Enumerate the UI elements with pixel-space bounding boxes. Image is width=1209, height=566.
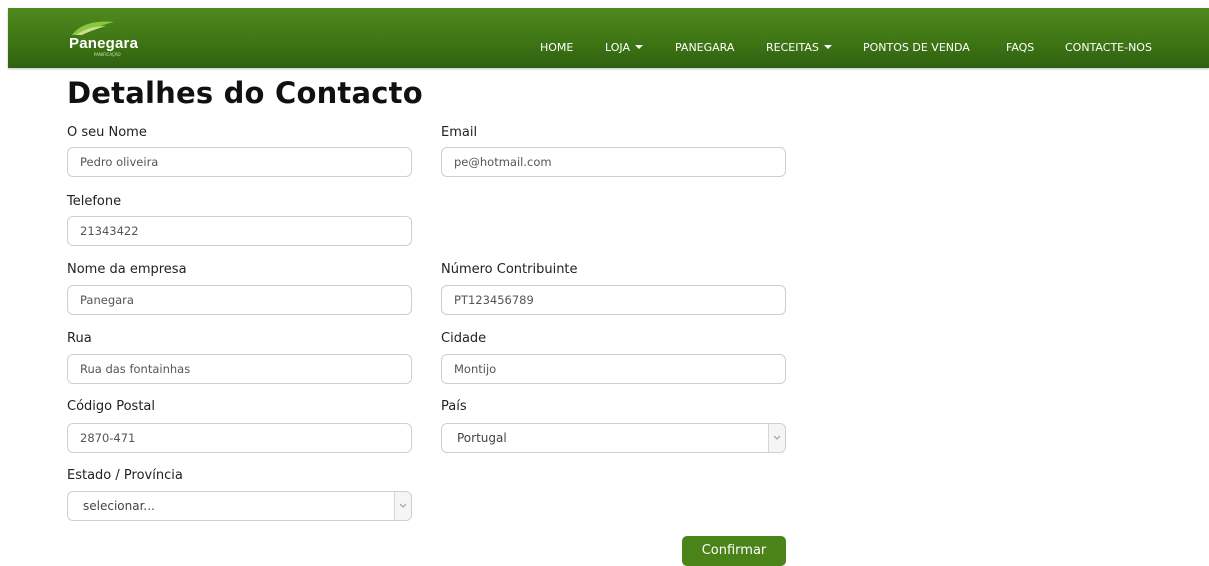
name-label: O seu Nome [67,125,147,140]
caret-down-icon [634,45,643,49]
nav-contacte-nos[interactable]: CONTACTE-NOS [1065,41,1152,54]
nav-panegara[interactable]: PANEGARA [675,41,734,54]
street-label: Rua [67,331,92,346]
city-label: Cidade [441,331,487,346]
phone-label: Telefone [67,194,122,209]
select-arrow[interactable] [394,492,411,520]
state-select-value: selecionar... [83,499,155,513]
street-input[interactable] [67,354,412,384]
state-label: Estado / Província [67,468,183,483]
company-input[interactable] [67,285,412,315]
nav-loja[interactable]: LOJA [605,41,643,54]
email-input[interactable] [441,147,786,177]
caret-down-icon [823,45,832,49]
postal-label: Código Postal [67,399,156,414]
select-arrow[interactable] [768,424,785,452]
name-input[interactable] [67,147,412,177]
state-select[interactable]: selecionar... [67,491,412,521]
nav-receitas[interactable]: RECEITAS [766,41,832,54]
company-label: Nome da empresa [67,262,187,277]
phone-input[interactable] [67,216,412,246]
country-select[interactable]: Portugal [441,423,786,453]
nav-pontos-de-venda[interactable]: PONTOS DE VENDA [863,41,970,54]
vat-input[interactable] [441,285,786,315]
chevron-down-icon [399,503,407,508]
city-input[interactable] [441,354,786,384]
page-title: Detalhes do Contacto [67,76,423,110]
postal-input[interactable] [67,423,412,453]
confirm-button[interactable]: Confirmar [682,536,786,566]
nav-home[interactable]: HOME [540,41,573,54]
country-select-value: Portugal [457,431,507,445]
country-label: País [441,399,467,414]
email-label: Email [441,125,478,140]
nav-faqs[interactable]: FAQS [1006,41,1034,54]
vat-label: Número Contribuinte [441,262,578,277]
chevron-down-icon [773,435,781,440]
top-navbar: Panegara PANIFICAÇÃO HOME LOJA PANEGARA … [8,8,1209,68]
main-nav: HOME LOJA PANEGARA RECEITAS PONTOS DE VE… [8,8,1209,68]
